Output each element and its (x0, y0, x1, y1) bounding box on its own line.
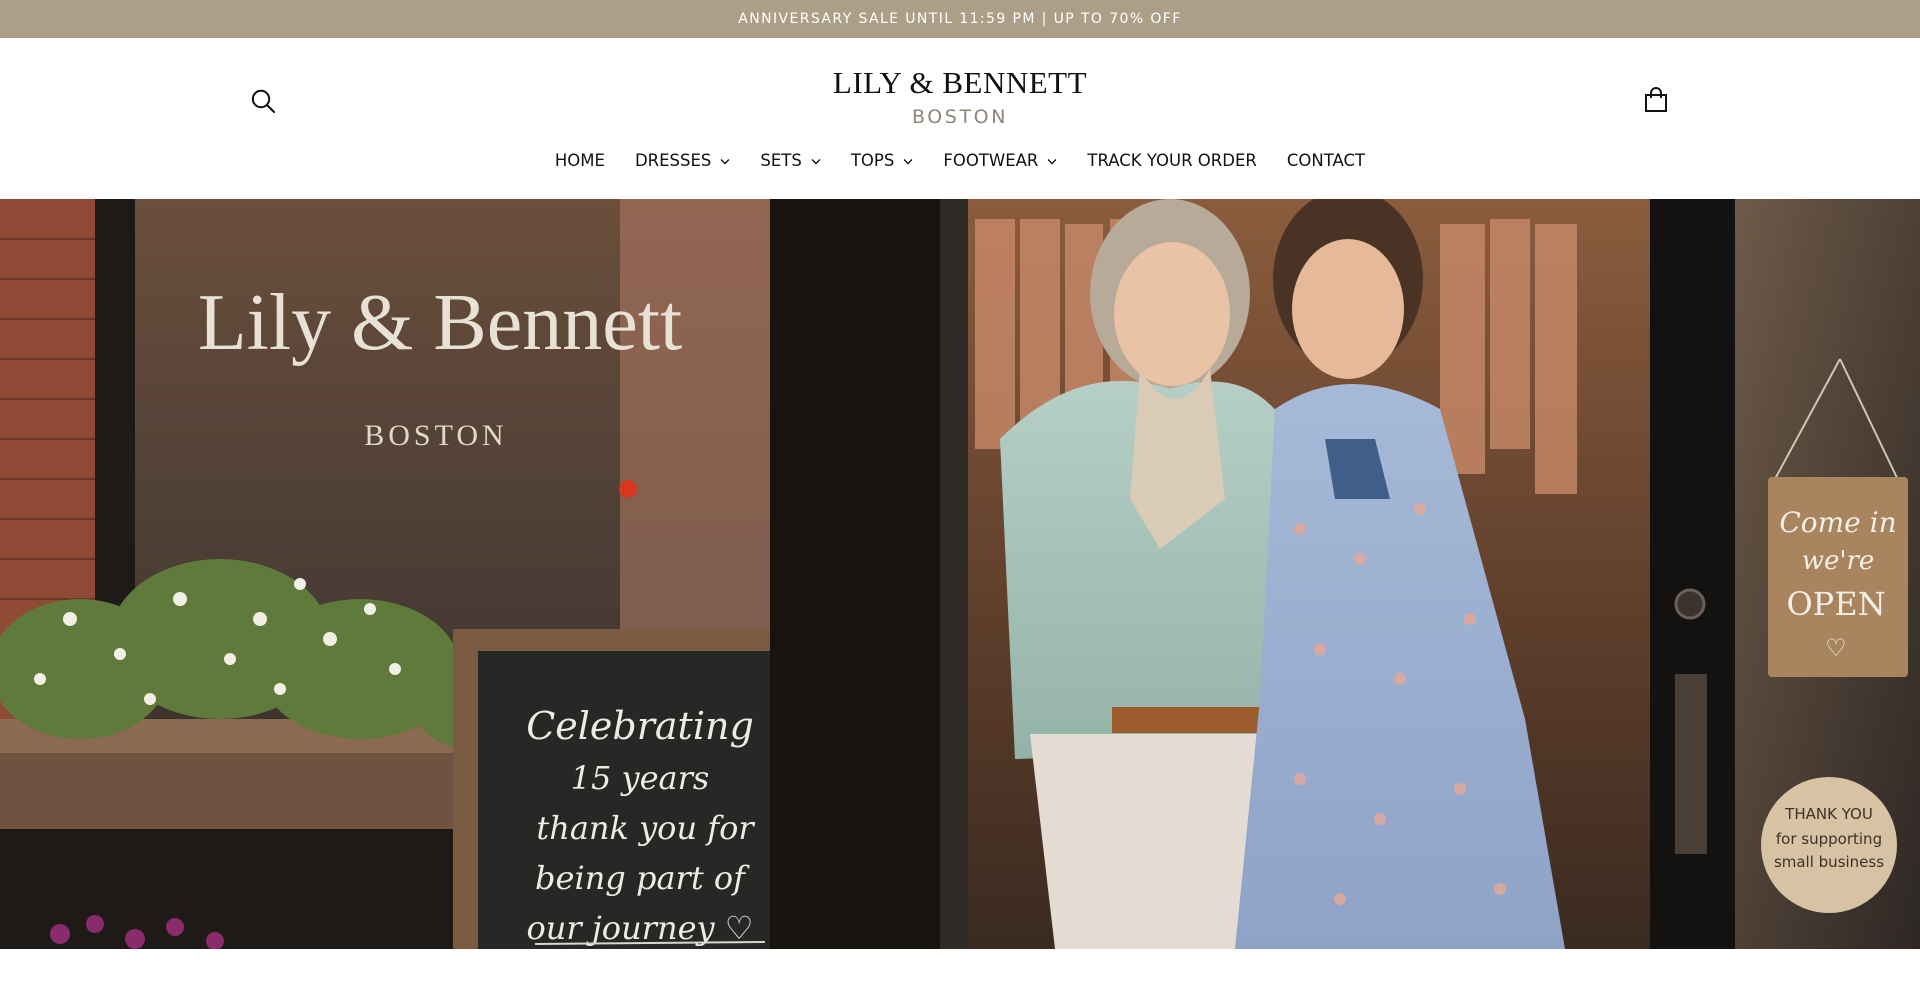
logo-city: BOSTON (911, 106, 1009, 128)
nav-item-label: CONTACT (1286, 150, 1366, 170)
search-icon (251, 89, 275, 113)
hero-banner[interactable]: Lily & Bennett BOSTON Celebrating 15 yea… (0, 199, 1920, 949)
nav-item-dresses[interactable]: DRESSES (635, 151, 730, 170)
shopping-bag-icon (1645, 87, 1667, 112)
nav-item-label: SETS (760, 150, 802, 170)
chalkboard-line: thank you for (536, 809, 755, 847)
main-navigation: HOME DRESSES SETS TOPS FOOTWEAR TRACK YOUR OR… (0, 142, 1920, 178)
search-button[interactable] (249, 87, 277, 115)
door-sign-line: we're (1802, 546, 1875, 576)
sticker-text: THANK YOU for supporting small business (1774, 805, 1884, 871)
nav-item-home[interactable]: HOME (555, 151, 605, 170)
nav-item-label: FOOTWEAR (943, 150, 1039, 170)
nav-item-label: DRESSES (634, 150, 712, 170)
nav-item-label: TRACK YOUR ORDER (1087, 150, 1257, 170)
sticker-line: for supporting (1776, 830, 1882, 848)
chalkboard-line: our journey ♡ (527, 909, 754, 947)
cart-button[interactable] (1642, 86, 1670, 114)
nav-item-label: TOPS (850, 150, 895, 170)
sticker-line: small business (1774, 853, 1884, 871)
door-sign-line: Come in (1779, 506, 1896, 539)
nav-item-label: HOME (554, 150, 605, 170)
chevron-down-icon (811, 158, 821, 164)
chevron-down-icon (720, 158, 730, 164)
site-header: LILY & BENNETT BOSTON HOME DRESSES SETS TOP… (0, 38, 1920, 199)
door-sign-line: OPEN (1786, 585, 1885, 623)
nav-item-sets[interactable]: SETS (760, 150, 821, 170)
door-sign-line: ♡ (1825, 634, 1847, 662)
announcement-bar: ANNIVERSARY SALE UNTIL 11:59 PM | UP TO … (0, 0, 1920, 38)
site-logo[interactable]: LILY & BENNETT BOSTON (760, 65, 1160, 129)
chevron-down-icon (903, 158, 913, 164)
sticker-line: THANK YOU (1784, 805, 1873, 823)
nav-item-footwear[interactable]: FOOTWEAR (943, 151, 1057, 170)
nav-item-contact[interactable]: CONTACT (1287, 151, 1365, 170)
window-lettering-name: Lily & Bennett (198, 279, 682, 367)
announcement-text: ANNIVERSARY SALE UNTIL 11:59 PM | UP TO … (738, 11, 1182, 27)
hero-image: Lily & Bennett BOSTON Celebrating 15 yea… (0, 199, 1920, 949)
chalkboard-line: being part of (535, 859, 750, 897)
logo-name: LILY & BENNETT (832, 65, 1088, 100)
chevron-down-icon (1047, 158, 1057, 164)
chalkboard-line: Celebrating (526, 704, 754, 748)
nav-item-tops[interactable]: TOPS (851, 151, 914, 170)
window-lettering-city: BOSTON (364, 419, 507, 452)
nav-item-track-your-order[interactable]: TRACK YOUR ORDER (1087, 151, 1256, 170)
chalkboard-line: 15 years (571, 759, 710, 797)
chalkboard-text: Celebrating 15 years thank you for being… (526, 704, 755, 947)
